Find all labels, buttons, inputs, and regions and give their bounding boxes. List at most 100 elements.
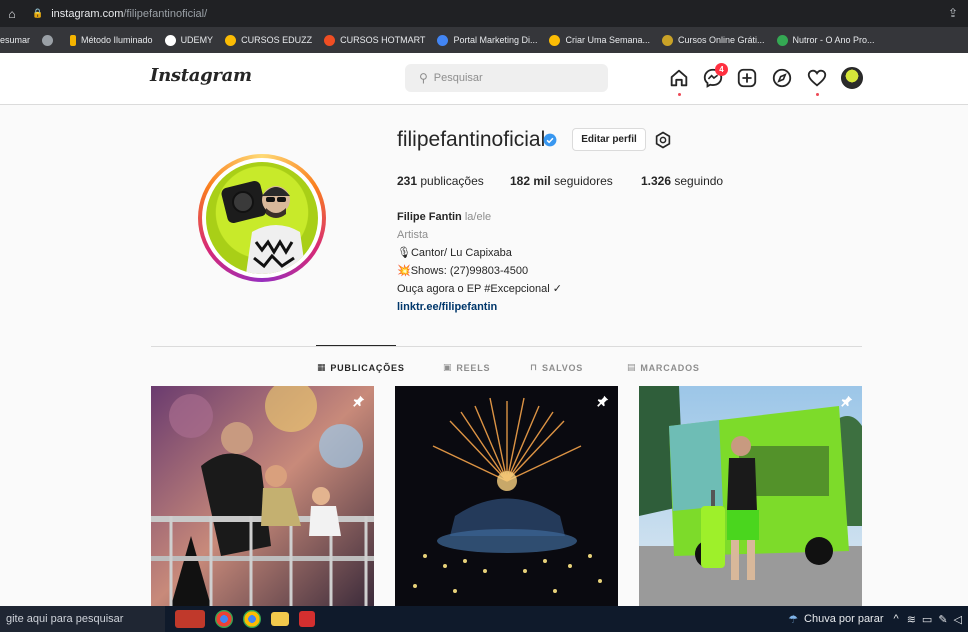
bookmark-label: CURSOS EDUZZ <box>241 35 313 45</box>
share-icon[interactable]: ⇪ <box>948 6 958 20</box>
windows-taskbar: gite aqui para pesquisar ☂ Chuva por par… <box>0 606 968 632</box>
tab-reels[interactable]: ▣ REELS <box>443 362 490 373</box>
file-explorer-icon[interactable] <box>271 612 289 626</box>
weather-text[interactable]: Chuva por parar <box>804 613 884 625</box>
avatar-illustration <box>221 180 306 274</box>
pinned-post-icon <box>597 395 609 407</box>
bookmark-favicon-icon <box>70 34 77 46</box>
bookmark-item[interactable]: CURSOS EDUZZ <box>225 34 313 46</box>
edit-profile-button[interactable]: Editar perfil <box>572 128 646 151</box>
url-path: /filipefantinoficial/ <box>123 7 208 20</box>
bookmark-label: CURSOS HOTMART <box>340 35 426 45</box>
new-post-icon[interactable] <box>736 67 758 89</box>
network-icon[interactable]: ≋ <box>907 613 916 626</box>
tab-label: SALVOS <box>541 362 584 373</box>
tabs-divider <box>151 346 862 347</box>
chrome-profile-icon[interactable] <box>243 610 261 628</box>
bookmark-item[interactable] <box>42 34 58 46</box>
home-icon[interactable]: ⌂ <box>0 7 24 21</box>
activity-indicator-dot <box>816 93 819 96</box>
bookmark-item[interactable]: CURSOS HOTMART <box>324 34 426 46</box>
browser-address-bar: ⌂ 🔒 instagram.com/filipefantinoficial/ ⇪ <box>0 0 968 27</box>
profile-category: Artista <box>397 229 429 241</box>
home-indicator-dot <box>678 93 681 96</box>
pinned-post-icon <box>841 395 853 407</box>
tab-publicacoes[interactable]: ▦ PUBLICAÇÕES <box>317 362 405 373</box>
post-thumbnail[interactable] <box>151 386 374 606</box>
nutror-icon <box>776 34 788 46</box>
url-host: instagram.com <box>51 7 124 20</box>
profile-avatar[interactable] <box>198 154 326 282</box>
instagram-nav: Instagram ⚲ Pesquisar 4 <box>0 53 968 105</box>
eduzz-icon <box>225 34 237 46</box>
bookmark-item[interactable]: Método Iluminado <box>70 34 153 46</box>
battery-icon[interactable]: ▭ <box>922 613 932 626</box>
followers-stat[interactable]: 182 mil seguidores <box>510 174 613 188</box>
tab-label: REELS <box>456 362 491 373</box>
post-thumbnail[interactable] <box>395 386 618 606</box>
bookmark-item[interactable]: Criar Uma Semana... <box>549 34 650 46</box>
bookmarks-bar: esumar Método Iluminado UDEMY CURSOS EDU… <box>0 27 968 53</box>
profile-bio: Filipe Fantin la/ele Artista 🎙Cantor/ Lu… <box>397 208 562 316</box>
pen-icon[interactable]: ✎ <box>938 613 947 626</box>
tab-marcados[interactable]: ▤ MARCADOS <box>627 362 700 373</box>
home-icon[interactable] <box>668 67 690 89</box>
bookmark-label: UDEMY <box>180 35 214 45</box>
settings-gear-icon[interactable] <box>654 131 672 149</box>
url-field[interactable]: instagram.com/filipefantinoficial/ <box>51 8 207 20</box>
profile-full-name: Filipe Fantin <box>397 211 462 223</box>
acrobat-icon[interactable] <box>299 611 315 627</box>
avatar-border <box>202 158 322 278</box>
following-stat[interactable]: 1.326 seguindo <box>641 174 723 188</box>
weather-icon[interactable]: ☂ <box>788 613 798 626</box>
post-image <box>151 386 374 606</box>
tab-label: PUBLICAÇÕES <box>330 362 405 373</box>
bookmark-label: Portal Marketing Di... <box>453 35 538 45</box>
screen: ⌂ 🔒 instagram.com/filipefantinoficial/ ⇪… <box>0 0 968 632</box>
tab-label: MARCADOS <box>640 362 700 373</box>
posts-label: publicações <box>420 174 484 188</box>
bookmark-item[interactable]: UDEMY <box>164 34 214 46</box>
hotmart-icon <box>324 34 336 46</box>
search-icon: ⚲ <box>419 71 428 85</box>
bookmark-item[interactable]: Portal Marketing Di... <box>437 34 538 46</box>
followers-count: 182 mil <box>510 174 551 188</box>
volume-icon[interactable]: ◁ <box>954 613 962 626</box>
pinned-post-icon <box>353 395 365 407</box>
instagram-logo[interactable]: Instagram <box>150 65 252 86</box>
grid-icon: ▦ <box>317 362 327 372</box>
bookmark-item[interactable]: esumar <box>0 35 30 45</box>
cursos-icon <box>662 34 673 46</box>
bookmark-label: esumar <box>0 35 31 45</box>
profile-avatar-small[interactable] <box>841 67 863 89</box>
bookmark-label: Criar Uma Semana... <box>565 35 650 45</box>
profile-pronouns: la/ele <box>464 211 492 223</box>
posts-stat: 231 publicações <box>397 174 484 188</box>
tab-salvos[interactable]: ⊓ SALVOS <box>530 362 583 373</box>
taskbar-search-input[interactable]: gite aqui para pesquisar <box>0 606 165 632</box>
bookmark-item[interactable]: Cursos Online Gráti... <box>662 34 765 46</box>
following-count: 1.326 <box>641 174 672 188</box>
explore-icon[interactable] <box>771 67 793 89</box>
lock-icon[interactable]: 🔒 <box>32 8 43 19</box>
profile-link[interactable]: linktr.ee/filipefantin <box>397 298 562 316</box>
following-label: seguindo <box>674 174 724 188</box>
bio-line: 💥Shows: (27)99803-4500 <box>397 265 529 277</box>
messages-badge: 4 <box>715 63 728 76</box>
search-input[interactable]: ⚲ Pesquisar <box>405 64 608 92</box>
posts-count: 231 <box>397 174 418 188</box>
chrome-icon[interactable] <box>215 610 233 628</box>
post-image <box>395 386 618 606</box>
heart-icon[interactable] <box>806 67 828 89</box>
post-thumbnail[interactable] <box>639 386 862 606</box>
verified-badge-icon <box>543 133 557 147</box>
task-view-icon[interactable] <box>175 610 205 628</box>
bookmark-label: Método Iluminado <box>81 35 153 45</box>
system-tray: ☂ Chuva por parar ^ ≋ ▭ ✎ ◁ <box>788 606 962 632</box>
bookmark-item[interactable]: Nutror - O Ano Pro... <box>776 34 875 46</box>
bio-line: 🎙Cantor/ Lu Capixaba <box>397 247 512 259</box>
bookmark-label: Cursos Online Gráti... <box>678 35 765 45</box>
portal-icon <box>437 34 449 46</box>
profile-username: filipefantinoficial <box>397 128 546 151</box>
tray-chevron-icon[interactable]: ^ <box>894 613 899 625</box>
